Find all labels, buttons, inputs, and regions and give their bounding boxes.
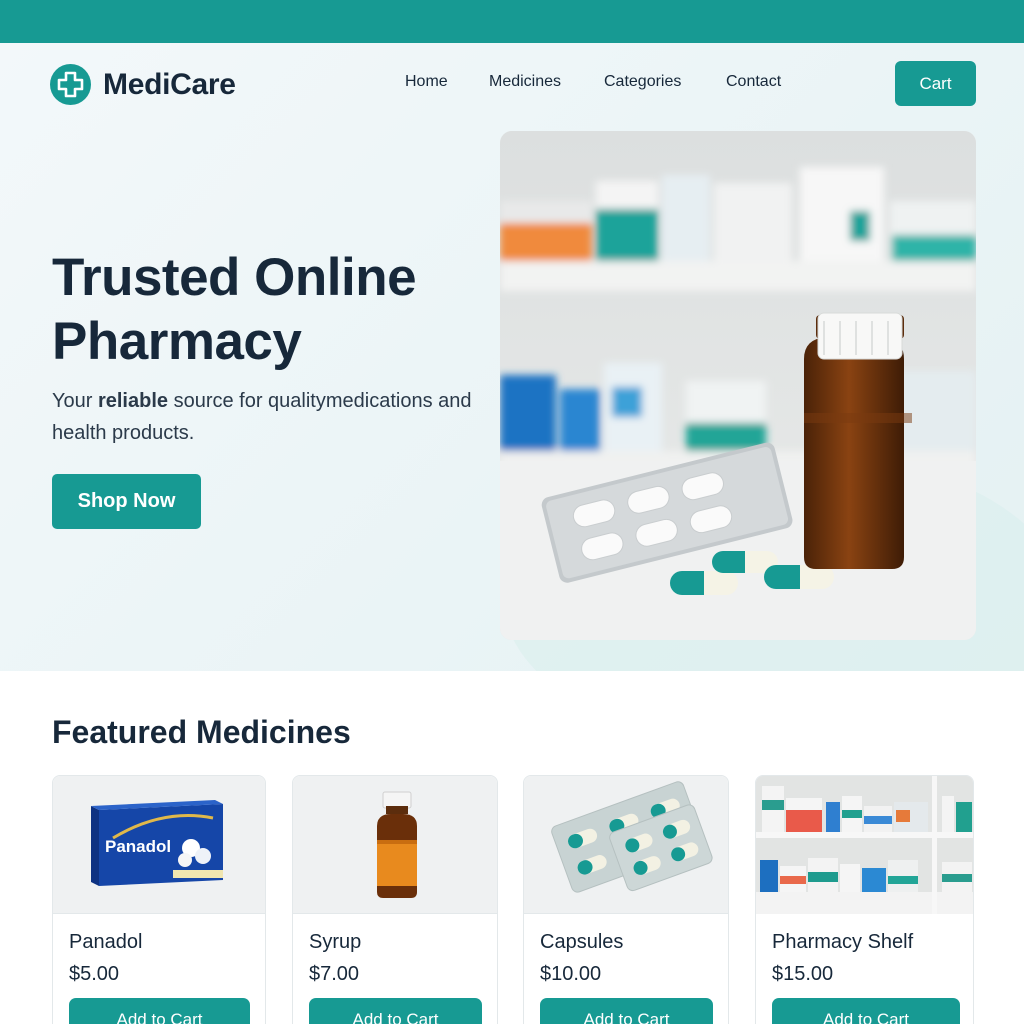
- featured-title: Featured Medicines: [52, 714, 351, 750]
- hero-subtitle-bold: reliable: [97, 390, 169, 412]
- hero-subtitle: Your reliable source for qualitymedicati…: [52, 385, 472, 449]
- product-price: $5.00: [69, 963, 120, 985]
- product-name: Capsules: [540, 931, 624, 953]
- brand-name: MediCare: [103, 67, 236, 101]
- add-to-cart-button[interactable]: Add to Cart: [772, 998, 960, 1024]
- cart-button[interactable]: Cart: [895, 61, 976, 106]
- brand-logo[interactable]: MediCare: [50, 64, 236, 105]
- nav-home[interactable]: Home: [405, 73, 448, 91]
- product-price: $7.00: [309, 963, 360, 985]
- add-to-cart-button[interactable]: Add to Cart: [309, 998, 482, 1024]
- product-image-panadol: Panadol: [53, 776, 265, 914]
- shop-now-button[interactable]: Shop Now: [52, 474, 201, 529]
- top-accent-bar: [0, 0, 1024, 43]
- product-name: Pharmacy Shelf: [772, 931, 914, 953]
- hero-pharmacy-image: [500, 131, 976, 640]
- hero-subtitle-prefix: Your: [52, 390, 98, 412]
- product-card-syrup[interactable]: Syrup $7.00 Add to Cart: [292, 775, 498, 1024]
- product-price: $15.00: [772, 963, 834, 985]
- product-name: Syrup: [309, 931, 362, 953]
- add-to-cart-button[interactable]: Add to Cart: [540, 998, 713, 1024]
- product-card-capsules[interactable]: Capsules $10.00 Add to Cart: [523, 775, 729, 1024]
- hero-title: Trusted Online Pharmacy: [52, 248, 417, 371]
- product-name: Panadol: [69, 931, 143, 953]
- medical-cross-icon: [50, 64, 91, 105]
- product-price: $10.00: [540, 963, 602, 985]
- panadol-box-label: Panadol: [105, 837, 171, 856]
- product-card-pharmacy-shelf[interactable]: Pharmacy Shelf $15.00 Add to Cart: [755, 775, 974, 1024]
- nav-categories[interactable]: Categories: [604, 73, 681, 91]
- product-image-capsules: [524, 776, 728, 914]
- product-image-pharmacy-shelf: [756, 776, 973, 914]
- nav-contact[interactable]: Contact: [726, 73, 781, 91]
- add-to-cart-button[interactable]: Add to Cart: [69, 998, 250, 1024]
- product-card-panadol[interactable]: Panadol Panadol $5.00 Add to Cart: [52, 775, 266, 1024]
- product-image-syrup: [293, 776, 497, 914]
- nav-medicines[interactable]: Medicines: [489, 73, 561, 91]
